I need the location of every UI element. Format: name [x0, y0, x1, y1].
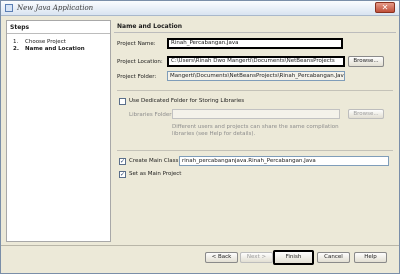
- steps-panel: Steps 1. Choose Project 2. Name and Locati…: [6, 20, 111, 242]
- dedicated-folder-label: Use Dedicated Folder for Storing Librari…: [129, 98, 245, 104]
- wizard-window: New Java Application ✕ Steps 1. Choose Pr…: [0, 0, 400, 274]
- dedicated-folder-checkbox[interactable]: [119, 98, 126, 105]
- name-location-panel: Name and Location Project Name: Rinah_Pe…: [114, 20, 396, 242]
- back-button[interactable]: < Back: [205, 252, 238, 263]
- finish-button[interactable]: Finish: [273, 250, 314, 265]
- step-choose-project: 1. Choose Project: [13, 39, 66, 45]
- steps-heading: Steps: [10, 24, 30, 31]
- button-bar-divider: [1, 245, 399, 246]
- step-number: 1.: [13, 39, 19, 45]
- step-name-and-location: 2. Name and Location: [13, 46, 85, 52]
- browse-libraries-button[interactable]: Browse...: [348, 109, 384, 119]
- libraries-folder-label: Libraries Folder:: [129, 112, 174, 118]
- step-label: Choose Project: [25, 39, 66, 45]
- project-location-field[interactable]: C:\Users\Rinah Dwo Mangerti\Documents\Ne…: [167, 56, 345, 67]
- create-main-class-checkbox[interactable]: ✓: [119, 158, 126, 165]
- libraries-help-line-2: libraries (see Help for details).: [172, 131, 256, 137]
- checkbox-checked-icon: ✓: [120, 158, 126, 165]
- main-class-field[interactable]: rinah_percabanganjava.Rinah_Percabangan.…: [179, 156, 389, 166]
- steps-divider: [7, 33, 110, 34]
- window-title: New Java Application: [17, 4, 94, 12]
- project-folder-field: Mangerti\Documents\NetBeansProjects\Rina…: [167, 71, 345, 81]
- panel-heading-divider: [114, 32, 396, 33]
- create-main-class-label: Create Main Class: [129, 158, 179, 164]
- set-main-project-label: Set as Main Project: [129, 171, 182, 177]
- browse-location-button[interactable]: Browse...: [348, 56, 384, 67]
- checkbox-checked-icon: ✓: [120, 171, 126, 178]
- section-divider: [117, 90, 393, 91]
- set-main-project-checkbox[interactable]: ✓: [119, 171, 126, 178]
- libraries-folder-field[interactable]: [172, 109, 340, 119]
- project-name-label: Project Name:: [117, 41, 156, 47]
- section-divider: [117, 150, 393, 151]
- project-name-field[interactable]: Rinah_Percabangan.Java: [167, 38, 343, 49]
- close-button[interactable]: ✕: [375, 2, 395, 13]
- step-label: Name and Location: [25, 46, 85, 52]
- project-folder-label: Project Folder:: [117, 74, 157, 80]
- cancel-button[interactable]: Cancel: [317, 252, 350, 263]
- app-icon: [5, 4, 13, 12]
- next-button[interactable]: Next >: [240, 252, 273, 263]
- libraries-help-line-1: Different users and projects can share t…: [172, 124, 339, 130]
- project-location-label: Project Location:: [117, 59, 163, 65]
- step-number: 2.: [13, 46, 19, 52]
- panel-heading: Name and Location: [117, 23, 183, 30]
- title-bar[interactable]: New Java Application ✕: [1, 1, 399, 16]
- help-button[interactable]: Help: [354, 252, 387, 263]
